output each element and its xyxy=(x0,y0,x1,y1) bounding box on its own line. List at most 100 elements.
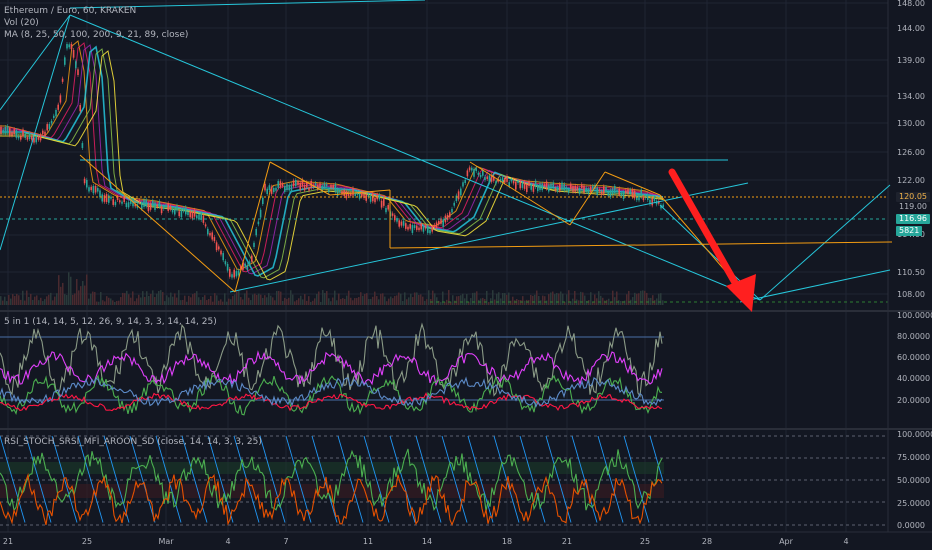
candle-body xyxy=(515,181,517,190)
candle-body xyxy=(174,209,176,215)
volume-bar xyxy=(494,299,496,305)
candle-body xyxy=(257,221,260,225)
volume-bar xyxy=(506,294,508,305)
volume-bar xyxy=(126,290,128,305)
volume-bar xyxy=(514,300,516,305)
volume-bar xyxy=(24,300,26,305)
volume-bar xyxy=(8,294,10,305)
volume-bar xyxy=(218,300,220,305)
candle-body xyxy=(167,203,169,211)
volume-bar xyxy=(74,293,76,305)
candle-body xyxy=(314,183,317,186)
volume-bar xyxy=(302,299,304,305)
volume-bar xyxy=(554,294,556,305)
candle-body xyxy=(361,192,363,197)
candle-body xyxy=(6,126,9,133)
volume-bar xyxy=(144,296,146,305)
volume-bar xyxy=(562,293,564,305)
volume-bar xyxy=(332,297,334,305)
trading-chart-canvas[interactable] xyxy=(0,0,932,550)
volume-bar xyxy=(232,296,234,305)
candle-body xyxy=(187,211,189,216)
candle-body xyxy=(471,167,473,171)
candle-body xyxy=(11,131,13,136)
candle-body xyxy=(220,250,222,255)
candle-body xyxy=(457,191,460,200)
volume-bar xyxy=(434,293,436,305)
volume-bar xyxy=(596,298,598,305)
volume-bar xyxy=(262,297,264,305)
candle-body xyxy=(592,185,594,189)
candle-body xyxy=(163,206,165,210)
volume-bar xyxy=(620,301,622,305)
volume-bar xyxy=(382,293,384,305)
candle-body xyxy=(37,136,40,140)
candle-body xyxy=(438,220,440,225)
volume-bar xyxy=(498,292,500,305)
candle-body xyxy=(633,190,636,199)
volume-bar xyxy=(206,300,208,305)
time-tick: 25 xyxy=(639,537,651,546)
volume-bar xyxy=(472,292,474,305)
volume-bar xyxy=(46,296,48,305)
candle-body xyxy=(585,187,587,192)
volume-bar xyxy=(34,296,36,305)
volume-bar xyxy=(550,292,552,305)
candle-body xyxy=(121,201,123,204)
candle-body xyxy=(233,269,235,278)
rsi-stoch-label[interactable]: RSI_STOCH_SRSI_MFI_AROON_SD (close, 14, … xyxy=(4,437,262,448)
volume-bar xyxy=(522,296,524,305)
candle-body xyxy=(484,177,486,181)
candle-body xyxy=(523,181,526,189)
volume-bar xyxy=(360,292,362,305)
volume-bar xyxy=(168,297,170,305)
candle-body xyxy=(198,214,200,219)
moving-average-label[interactable]: MA (8, 25, 50, 100, 200, 9, 21, 89, clos… xyxy=(4,30,188,41)
volume-bar xyxy=(590,292,592,305)
time-tick: 28 xyxy=(701,537,713,546)
candle-body xyxy=(398,220,400,227)
candle-body xyxy=(528,181,530,187)
volume-bar xyxy=(16,293,18,305)
volume-bar xyxy=(552,291,554,305)
candle-body xyxy=(570,183,572,190)
candle-body xyxy=(279,181,282,188)
candle-body xyxy=(512,180,515,184)
volume-bar xyxy=(604,300,606,305)
volume-bar xyxy=(420,294,422,305)
symbol-title[interactable]: Ethereum / Euro, 60, KRAKEN xyxy=(4,6,136,17)
volume-bar xyxy=(240,297,242,305)
volume-bar xyxy=(636,293,638,305)
volume-bar xyxy=(178,290,180,305)
volume-bar xyxy=(352,300,354,305)
five-in-one-label[interactable]: 5 in 1 (14, 14, 5, 12, 26, 9, 14, 3, 3, … xyxy=(4,317,217,328)
volume-bar xyxy=(256,294,258,305)
volume-indicator-label[interactable]: Vol (20) xyxy=(4,18,39,29)
volume-bar xyxy=(572,298,574,305)
candle-body xyxy=(165,204,167,208)
volume-bar xyxy=(148,296,150,305)
volume-bar xyxy=(286,299,288,305)
candle-body xyxy=(622,192,625,200)
volume-bar xyxy=(80,286,82,305)
candle-body xyxy=(589,186,592,193)
candle-body xyxy=(559,184,561,191)
candle-body xyxy=(565,186,568,190)
candle-body xyxy=(609,189,612,198)
volume-bar xyxy=(464,298,466,305)
candle-body xyxy=(354,193,356,196)
volume-bar xyxy=(416,292,418,305)
volume-bar xyxy=(260,294,262,305)
candle-body xyxy=(226,263,229,271)
volume-bar xyxy=(624,300,626,305)
candle-body xyxy=(394,215,396,221)
volume-bar xyxy=(442,291,444,305)
candle-body xyxy=(209,233,211,236)
volume-bar xyxy=(584,295,586,305)
volume-bar xyxy=(312,300,314,305)
candle-body xyxy=(185,207,187,215)
volume-bar xyxy=(542,295,544,305)
volume-bar xyxy=(156,293,158,305)
candle-body xyxy=(169,206,172,210)
volume-bar xyxy=(374,291,376,305)
